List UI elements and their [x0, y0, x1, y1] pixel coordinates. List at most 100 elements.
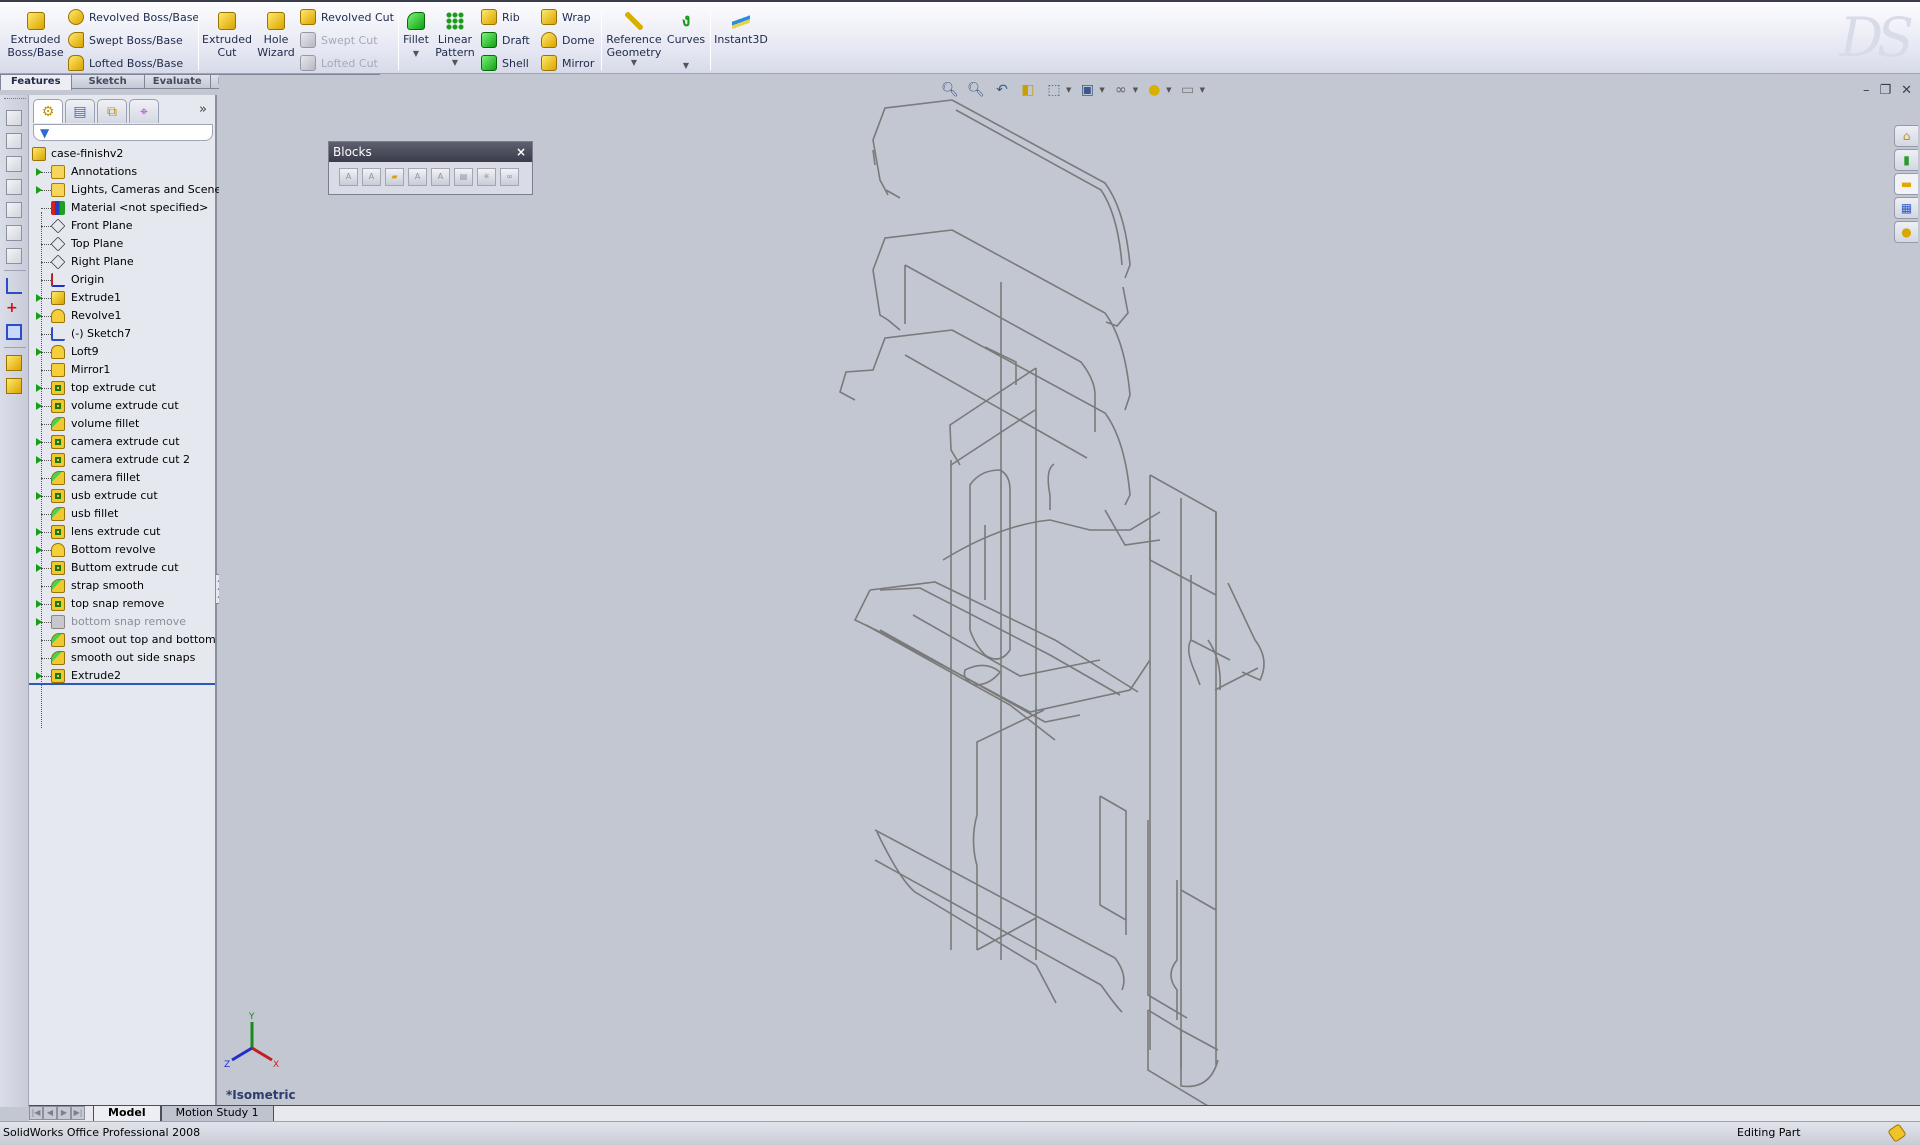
instant3d-button[interactable]: Instant3D: [714, 2, 768, 46]
tree-item[interactable]: camera extrude cut: [29, 433, 215, 451]
tree-item[interactable]: strap smooth: [29, 577, 215, 595]
tree-item[interactable]: Loft9: [29, 343, 215, 361]
tree-item[interactable]: Lights, Cameras and Scene: [29, 181, 221, 199]
tree-item[interactable]: Bottom revolve: [29, 541, 215, 559]
chevron-down-icon[interactable]: ▼: [1200, 86, 1205, 94]
rollback-bar[interactable]: [29, 683, 215, 685]
hole-wizard-button[interactable]: Hole Wizard: [252, 2, 300, 59]
revolved-boss-button[interactable]: Revolved Boss/Base: [68, 8, 199, 26]
rib-button[interactable]: Rib: [481, 8, 520, 26]
bottom-view-icon[interactable]: [6, 225, 22, 241]
add-remove-icon[interactable]: A: [408, 168, 427, 186]
insert-block-icon[interactable]: ▰: [385, 168, 404, 186]
left-view-icon[interactable]: [6, 156, 22, 172]
chevron-down-icon[interactable]: ▼: [1133, 86, 1138, 94]
reference-geometry-dropdown-icon[interactable]: ▼: [631, 59, 637, 67]
wrap-button[interactable]: Wrap: [541, 8, 591, 26]
tree-item[interactable]: Top Plane: [29, 235, 215, 253]
lofted-cut-button[interactable]: Lofted Cut: [300, 54, 378, 72]
configuration-manager-tab[interactable]: ⧉: [97, 99, 127, 123]
tree-root-part[interactable]: case-finishv2: [29, 145, 215, 163]
tree-item[interactable]: camera fillet: [29, 469, 215, 487]
dimxpert-manager-tab[interactable]: ⌖: [129, 99, 159, 123]
last-tab-button[interactable]: ▶|: [71, 1106, 85, 1120]
close-button[interactable]: ✕: [1901, 83, 1912, 98]
tree-item[interactable]: volume extrude cut: [29, 397, 215, 415]
dome-button[interactable]: Dome: [541, 31, 595, 49]
property-manager-tab[interactable]: ▤: [65, 99, 95, 123]
tree-item[interactable]: Origin: [29, 271, 215, 289]
tree-item[interactable]: Buttom extrude cut: [29, 559, 215, 577]
tree-item[interactable]: usb fillet: [29, 505, 215, 523]
restore-button[interactable]: ❐: [1879, 83, 1891, 98]
display-style-icon[interactable]: ▣: [1077, 80, 1097, 100]
tree-item[interactable]: camera extrude cut 2: [29, 451, 215, 469]
chevron-down-icon[interactable]: ▼: [1166, 86, 1171, 94]
back-view-icon[interactable]: [6, 133, 22, 149]
tree-item[interactable]: lens extrude cut: [29, 523, 215, 541]
tree-item[interactable]: bottom snap remove: [29, 613, 215, 631]
edit-block-icon[interactable]: A: [362, 168, 381, 186]
tree-item[interactable]: smoot out top and bottom: [29, 631, 216, 649]
close-icon[interactable]: ×: [516, 142, 526, 162]
previous-tab-button[interactable]: ◀: [43, 1106, 57, 1120]
tab-sketch[interactable]: Sketch: [71, 74, 145, 89]
motion-study-tab[interactable]: Motion Study 1: [160, 1106, 274, 1122]
cut-extrude-icon[interactable]: [6, 355, 22, 371]
tree-item[interactable]: top extrude cut: [29, 379, 215, 397]
top-view-icon[interactable]: [6, 202, 22, 218]
curves-dropdown-icon[interactable]: ▼: [683, 62, 689, 70]
tab-evaluate[interactable]: Evaluate: [144, 74, 211, 89]
make-block-icon[interactable]: A: [339, 168, 358, 186]
reference-geometry-button[interactable]: Reference Geometry ▼: [606, 2, 662, 67]
file-explorer-tab[interactable]: ▬: [1894, 173, 1918, 195]
fillet-dropdown-icon[interactable]: ▼: [413, 50, 419, 58]
solidworks-resources-tab[interactable]: ⌂: [1894, 125, 1918, 147]
blocks-toolbar-titlebar[interactable]: Blocks ×: [329, 142, 532, 162]
smart-dimension-icon[interactable]: +: [6, 301, 22, 317]
chevron-down-icon[interactable]: ▼: [1099, 86, 1104, 94]
zoom-to-area-icon[interactable]: 🔍︎: [966, 80, 986, 100]
tree-item[interactable]: Front Plane: [29, 217, 215, 235]
swept-boss-button[interactable]: Swept Boss/Base: [68, 31, 183, 49]
model-tab[interactable]: Model: [93, 1106, 161, 1122]
tab-features[interactable]: Features: [0, 74, 72, 90]
next-tab-button[interactable]: ▶: [57, 1106, 71, 1120]
linear-pattern-dropdown-icon[interactable]: ▼: [452, 59, 458, 67]
more-tabs-button[interactable]: »: [199, 102, 207, 117]
linear-pattern-button[interactable]: Linear Pattern ▼: [434, 2, 476, 67]
extruded-cut-button[interactable]: Extruded Cut: [202, 2, 252, 59]
shell-button[interactable]: Shell: [481, 54, 529, 72]
tree-item[interactable]: top snap remove: [29, 595, 215, 613]
belt-chain-icon[interactable]: ∞: [500, 168, 519, 186]
tree-item[interactable]: Right Plane: [29, 253, 215, 271]
extruded-boss-button[interactable]: Extruded Boss/Base: [7, 2, 64, 59]
view-settings-icon[interactable]: ▭: [1178, 80, 1198, 100]
right-view-icon[interactable]: [6, 179, 22, 195]
tree-item[interactable]: (-) Sketch7: [29, 325, 215, 343]
tree-item[interactable]: volume fillet: [29, 415, 215, 433]
tree-item[interactable]: usb extrude cut: [29, 487, 215, 505]
apply-scene-icon[interactable]: ●: [1144, 80, 1164, 100]
rebuild-block-icon[interactable]: A: [431, 168, 450, 186]
cut-extrude-icon[interactable]: [6, 378, 22, 394]
explode-block-icon[interactable]: ✳: [477, 168, 496, 186]
design-library-tab[interactable]: ▮: [1894, 149, 1918, 171]
feature-manager-tree-tab[interactable]: ⚙: [33, 99, 63, 123]
lofted-boss-button[interactable]: Lofted Boss/Base: [68, 54, 183, 72]
tag-icon[interactable]: [1887, 1123, 1907, 1143]
save-block-icon[interactable]: ▤: [454, 168, 473, 186]
minimize-button[interactable]: –: [1863, 83, 1870, 98]
tree-item[interactable]: Revolve1: [29, 307, 215, 325]
tree-filter-input[interactable]: ▼: [33, 124, 213, 141]
curves-button[interactable]: ง Curves ▼: [667, 2, 705, 70]
swept-cut-button[interactable]: Swept Cut: [300, 31, 378, 49]
revolved-cut-button[interactable]: Revolved Cut: [300, 8, 394, 26]
chevron-down-icon[interactable]: ▼: [1066, 86, 1071, 94]
zoom-to-fit-icon[interactable]: 🔍︎: [940, 80, 960, 100]
sketch-icon[interactable]: [6, 278, 22, 294]
view-palette-tab[interactable]: ▦: [1894, 197, 1918, 219]
first-tab-button[interactable]: |◀: [29, 1106, 43, 1120]
tree-item[interactable]: smooth out side snaps: [29, 649, 215, 667]
front-view-icon[interactable]: [6, 110, 22, 126]
